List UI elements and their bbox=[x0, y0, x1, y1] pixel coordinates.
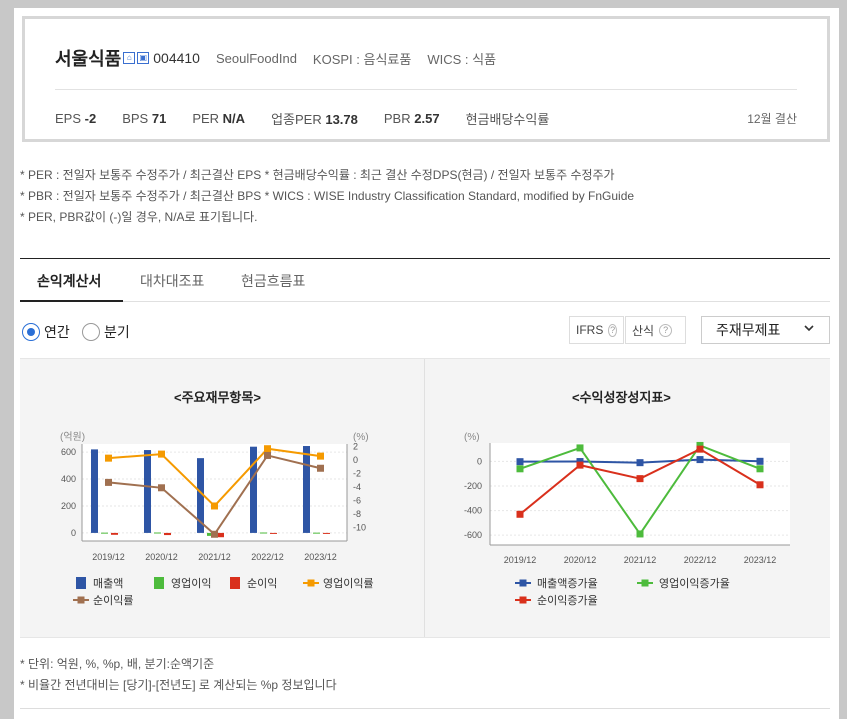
company-snapshot-page: 서울식품 ⌂ ▣ 004410 SeoulFoodInd KOSPI : 음식료… bbox=[14, 8, 839, 719]
point-영업이익증가율 bbox=[756, 465, 764, 473]
definition-notes: * PER : 전일자 보통주 수정주가 / 최근결산 EPS * 현금배당수익… bbox=[20, 165, 634, 228]
radio-quarter[interactable]: 분기 bbox=[82, 322, 130, 342]
note-line: * PER : 전일자 보통주 수정주가 / 최근결산 EPS * 현금배당수익… bbox=[20, 168, 615, 182]
point-영업이익증가율 bbox=[636, 530, 644, 538]
ifrs-button[interactable]: IFRS ? bbox=[569, 316, 624, 344]
radio-annual[interactable]: 연간 bbox=[22, 322, 70, 342]
point-순이익증가율 bbox=[576, 461, 584, 469]
point-매출액증가율 bbox=[516, 458, 524, 466]
chart-controls: 연간 분기 IFRS ? 산식 ? 주재무제표 bbox=[20, 316, 830, 350]
tab-cash-flow[interactable]: 현금흐름표 bbox=[241, 271, 305, 291]
metric-per: PER N/A bbox=[192, 110, 246, 126]
charts-panel: <주요재무항목> <수익성장성지표> (억원) (%) 0 200 400 600 2 0 -2… bbox=[20, 358, 830, 638]
metric-eps: EPS -2 bbox=[55, 110, 97, 126]
y-tick-label: -200 bbox=[464, 481, 482, 491]
legend-swatch bbox=[519, 596, 527, 604]
radio-quarter-label: 분기 bbox=[104, 324, 130, 340]
point-매출액증가율 bbox=[696, 456, 704, 464]
title-row: 서울식품 ⌂ ▣ 004410 SeoulFoodInd KOSPI : 음식료… bbox=[55, 45, 496, 71]
point-매출액증가율 bbox=[756, 457, 764, 465]
plot-background bbox=[490, 443, 790, 545]
point-순이익증가율 bbox=[756, 481, 764, 489]
statement-tabs: 손익계산서 대차대조표 현금흐름표 bbox=[20, 258, 830, 302]
y-tick-label: 0 bbox=[477, 456, 482, 466]
metric-bps: BPS 71 bbox=[122, 110, 167, 126]
point-매출액증가율 bbox=[636, 459, 644, 467]
y-tick-label: -600 bbox=[464, 530, 482, 540]
legend-swatch bbox=[641, 579, 649, 587]
point-순이익증가율 bbox=[696, 445, 704, 453]
radio-annual-circle[interactable] bbox=[22, 323, 40, 341]
x-tick-label: 2020/12 bbox=[564, 555, 597, 565]
legend-label: 매출액증가율 bbox=[537, 577, 598, 590]
market-label: KOSPI : 음식료품 bbox=[312, 51, 412, 67]
x-tick-label: 2021/12 bbox=[624, 555, 657, 565]
bottom-divider bbox=[20, 708, 830, 709]
metric-dividend-yield: 현금배당수익률 bbox=[465, 111, 550, 127]
active-tab-indicator bbox=[20, 300, 123, 302]
unit-footnotes: * 단위: 억원, %, %p, 배, 분기:순액기준 * 비율간 전년대비는 … bbox=[20, 654, 337, 696]
y-tick-label: -400 bbox=[464, 506, 482, 516]
header-divider bbox=[55, 89, 797, 90]
formula-label: 산식 bbox=[632, 323, 655, 338]
x-tick-label: 2019/12 bbox=[504, 555, 537, 565]
growth-chart: (%) 0 -200 -400 -600 2019/12 2020/12 2021/12 202… bbox=[464, 432, 790, 607]
x-tick-label: 2023/12 bbox=[744, 555, 777, 565]
help-icon[interactable]: ? bbox=[659, 323, 673, 337]
point-순이익증가율 bbox=[636, 475, 644, 483]
company-header: 서울식품 ⌂ ▣ 004410 SeoulFoodInd KOSPI : 음식료… bbox=[22, 16, 830, 142]
point-순이익증가율 bbox=[516, 510, 524, 518]
home-icon[interactable]: ⌂ bbox=[123, 52, 136, 64]
point-영업이익증가율 bbox=[576, 444, 584, 452]
note-line: * PBR : 전일자 보통주 수정주가 / 최근결산 BPS * WICS :… bbox=[20, 189, 635, 203]
radio-quarter-circle[interactable] bbox=[82, 323, 100, 341]
y-axis-unit: (%) bbox=[464, 432, 480, 443]
english-name: SeoulFoodInd bbox=[215, 50, 297, 66]
point-영업이익증가율 bbox=[516, 465, 524, 473]
tab-income-statement[interactable]: 손익계산서 bbox=[37, 271, 101, 291]
x-tick-label: 2022/12 bbox=[684, 555, 717, 565]
chevron-down-icon bbox=[803, 322, 815, 337]
ifrs-label: IFRS bbox=[576, 323, 604, 337]
legend-label: 영업이익증가율 bbox=[659, 577, 730, 590]
radio-annual-label: 연간 bbox=[44, 324, 70, 340]
statement-select[interactable]: 주재무제표 bbox=[701, 316, 830, 344]
settlement-month: 12월 결산 bbox=[747, 111, 797, 126]
corp-name: 서울식품 bbox=[55, 49, 122, 69]
footnote-line: * 비율간 전년대비는 [당기]-[전년도] 로 계산되는 %p 정보입니다 bbox=[20, 678, 337, 692]
stock-code: 004410 bbox=[153, 50, 200, 66]
help-icon[interactable]: ? bbox=[608, 323, 617, 337]
wics-label: WICS : 식품 bbox=[427, 51, 497, 67]
formula-button[interactable]: 산식 ? bbox=[625, 316, 686, 344]
metric-pbr: PBR 2.57 bbox=[383, 110, 440, 126]
tab-balance-sheet[interactable]: 대차대조표 bbox=[140, 271, 204, 291]
metrics-row: EPS -2 BPS 71 PER N/A 업종PER 13.78 PBR 2.… bbox=[55, 109, 797, 127]
store-icon[interactable]: ▣ bbox=[137, 52, 150, 64]
note-line: * PER, PBR값이 (-)일 경우, N/A로 표기됩니다. bbox=[20, 210, 258, 224]
footnote-line: * 단위: 억원, %, %p, 배, 분기:순액기준 bbox=[20, 657, 215, 671]
metric-industry-per: 업종PER 13.78 bbox=[271, 111, 358, 127]
statement-select-value: 주재무제표 bbox=[716, 322, 781, 338]
legend-label: 순이익증가율 bbox=[537, 594, 598, 607]
legend-swatch bbox=[519, 579, 527, 587]
